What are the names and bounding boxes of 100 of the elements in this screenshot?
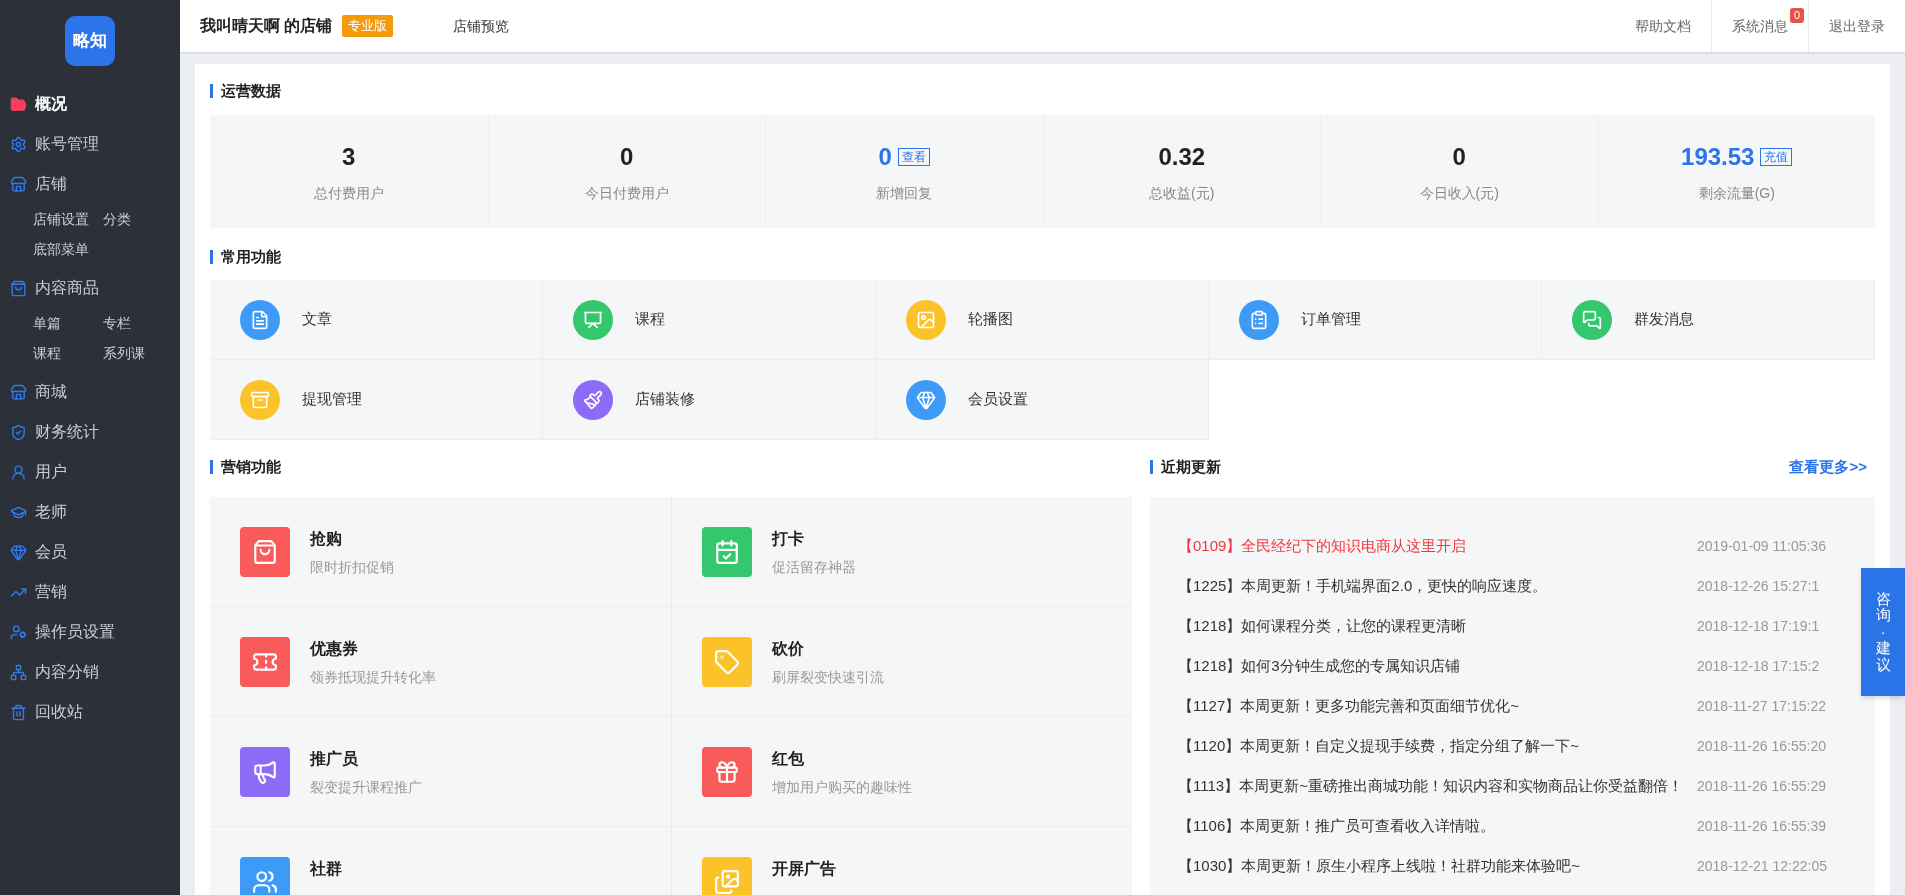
feature-title: 红包 [772, 748, 805, 769]
function-item[interactable]: 课程 [543, 280, 876, 360]
feature-description: 促活留存神器 [772, 557, 856, 577]
section-title: 常用功能 [221, 246, 281, 267]
feature-title: 抢购 [310, 528, 343, 549]
header-link[interactable]: 退出登录 [1829, 15, 1885, 37]
update-link[interactable]: 【1106】本周更新！推广员可查看收入详情啦。 [1178, 815, 1697, 838]
user-settings-icon [10, 623, 27, 641]
function-item[interactable]: 文章 [210, 280, 543, 360]
logo[interactable]: 略知 [65, 16, 115, 66]
sidebar-subitem[interactable]: 课程 [33, 338, 103, 368]
edition-badge: 专业版 [342, 15, 394, 37]
sidebar-item[interactable]: 老师 [0, 492, 180, 532]
stat-label: 剩余流量(G) [1698, 183, 1775, 203]
feature-description: 领券抵现提升转化率 [310, 667, 436, 687]
store-name: 我叫晴天啊 的店铺 [200, 16, 333, 36]
network-icon [10, 663, 27, 681]
stat-value: 0 [620, 141, 634, 172]
sidebar-item[interactable]: 回收站 [0, 692, 180, 732]
gem-icon [10, 543, 27, 561]
stat-label: 今日付费用户 [584, 183, 669, 203]
notification-badge: 0 [1789, 8, 1804, 23]
function-item[interactable]: 提现管理 [210, 360, 543, 440]
stat-label: 新增回复 [876, 183, 933, 203]
stat-value: 0 [1452, 141, 1466, 172]
sidebar-item[interactable]: 店铺 [0, 164, 180, 204]
update-link[interactable]: 【1218】如何课程分类，让您的课程更清晰 [1178, 615, 1697, 638]
function-item[interactable]: 店铺装修 [543, 360, 876, 440]
stat-value: 193.53 [1681, 141, 1755, 172]
sidebar-subitem[interactable]: 店铺设置 [33, 204, 103, 234]
update-date: 2018-11-26 16:55:39 [1697, 817, 1827, 836]
update-link[interactable]: 【1120】本周更新！自定义提现手续费，指定分组了解一下~ [1178, 735, 1697, 758]
update-link[interactable]: 【1030】本周更新！原生小程序上线啦！社群功能来体验吧~ [1178, 855, 1697, 878]
update-link[interactable]: 【1218】如何3分钟生成您的专属知识店铺 [1178, 655, 1697, 678]
settings-icon [10, 135, 27, 153]
view-more-link[interactable]: 查看更多>> [1789, 456, 1867, 479]
function-item[interactable]: 轮播图 [876, 280, 1209, 360]
update-date: 2018-12-18 17:19:1 [1697, 617, 1821, 636]
marketing-item[interactable]: 红包 增加用户购买的趣味性 [671, 716, 1132, 827]
trash-icon [10, 703, 27, 721]
function-item[interactable]: 订单管理 [1209, 280, 1542, 360]
sidebar-item[interactable]: 会员 [0, 532, 180, 572]
marketing-item[interactable]: 优惠券 领券抵现提升转化率 [210, 606, 671, 717]
function-item[interactable]: 群发消息 [1542, 280, 1875, 360]
sidebar-item[interactable]: 内容分销 [0, 652, 180, 692]
section-title: 近期更新 [1161, 457, 1221, 477]
sidebar-item[interactable]: 营销 [0, 572, 180, 612]
bag-icon [10, 279, 27, 297]
sidebar-subitem[interactable]: 系列课 [103, 338, 173, 368]
feature-title: 推广员 [310, 748, 359, 769]
marketing-item[interactable]: 砍价 刷屏裂变快速引流 [671, 606, 1132, 717]
store-preview-link[interactable]: 店铺预览 [453, 15, 510, 37]
update-date: 2018-12-26 15:27:1 [1697, 577, 1821, 596]
sidebar-item[interactable]: 用户 [0, 452, 180, 492]
feature-title: 开屏广告 [772, 858, 836, 879]
feature-description: 增加用户购买的趣味性 [772, 777, 912, 797]
function-item[interactable]: 会员设置 [876, 360, 1209, 440]
sidebar-item[interactable]: 财务统计 [0, 412, 180, 452]
store-icon [10, 383, 27, 401]
feature-title: 社群 [310, 858, 342, 879]
update-date: 2019-01-09 11:05:36 [1697, 537, 1827, 556]
feature-description: 限时折扣促销 [310, 557, 394, 577]
marketing-item[interactable]: 推广员 裂变提升课程推广 [210, 716, 671, 827]
feature-title: 砍价 [772, 638, 805, 659]
update-link[interactable]: 【1127】本周更新！更多功能完善和页面细节优化~ [1178, 695, 1697, 718]
header-link[interactable]: 帮助文档 [1635, 15, 1691, 37]
marketing-item[interactable]: 抢购 限时折扣促销 [210, 496, 671, 607]
update-link[interactable]: 【1225】本周更新！手机端界面2.0，更快的响应速度。 [1178, 575, 1697, 598]
feature-title: 优惠券 [310, 638, 359, 659]
sidebar-item[interactable]: 商城 [0, 372, 180, 412]
update-date: 2018-11-26 16:55:29 [1697, 777, 1827, 796]
sidebar-item[interactable]: 内容商品 [0, 268, 180, 308]
sidebar-item[interactable]: 操作员设置 [0, 612, 180, 652]
folder-icon [10, 95, 27, 113]
marketing-item[interactable]: 社群 [210, 826, 671, 895]
update-link[interactable]: 【0109】全民经纪下的知识电商从这里开启 [1178, 535, 1697, 558]
stat-action-link[interactable]: 充值 [1760, 147, 1793, 166]
update-link[interactable]: 【1113】本周更新~重磅推出商城功能！知识内容和实物商品让你受益翻倍！ [1178, 775, 1697, 798]
stat-value: 3 [342, 141, 356, 172]
update-date: 2018-11-27 17:15:22 [1697, 697, 1827, 716]
feature-description: 裂变提升课程推广 [310, 777, 422, 797]
section-title: 运营数据 [221, 81, 281, 101]
consult-button[interactable]: 咨询·建议 [1861, 568, 1905, 696]
marketing-item[interactable]: 打卡 促活留存神器 [671, 496, 1132, 607]
sidebar-subitem[interactable]: 底部菜单 [33, 234, 103, 264]
store-icon [10, 175, 27, 193]
stat-label: 总收益(元) [1149, 183, 1215, 203]
section-title: 营销功能 [221, 457, 281, 477]
stat-value: 0.32 [1158, 141, 1206, 172]
stat-value: 0 [878, 141, 892, 172]
marketing-item[interactable]: 开屏广告 [671, 826, 1132, 895]
sidebar-subitem[interactable]: 专栏 [103, 308, 173, 338]
sidebar-subitem[interactable]: 分类 [103, 204, 173, 234]
stat-action-link[interactable]: 查看 [897, 147, 930, 166]
header-link[interactable]: 系统消息 [1732, 15, 1788, 37]
sidebar-subitem[interactable]: 单篇 [33, 308, 103, 338]
update-date: 2018-12-21 12:22:05 [1697, 857, 1828, 876]
update-date: 2018-11-26 16:55:20 [1697, 737, 1827, 756]
sidebar-item[interactable]: 概况 [0, 84, 180, 124]
sidebar-item[interactable]: 账号管理 [0, 124, 180, 164]
